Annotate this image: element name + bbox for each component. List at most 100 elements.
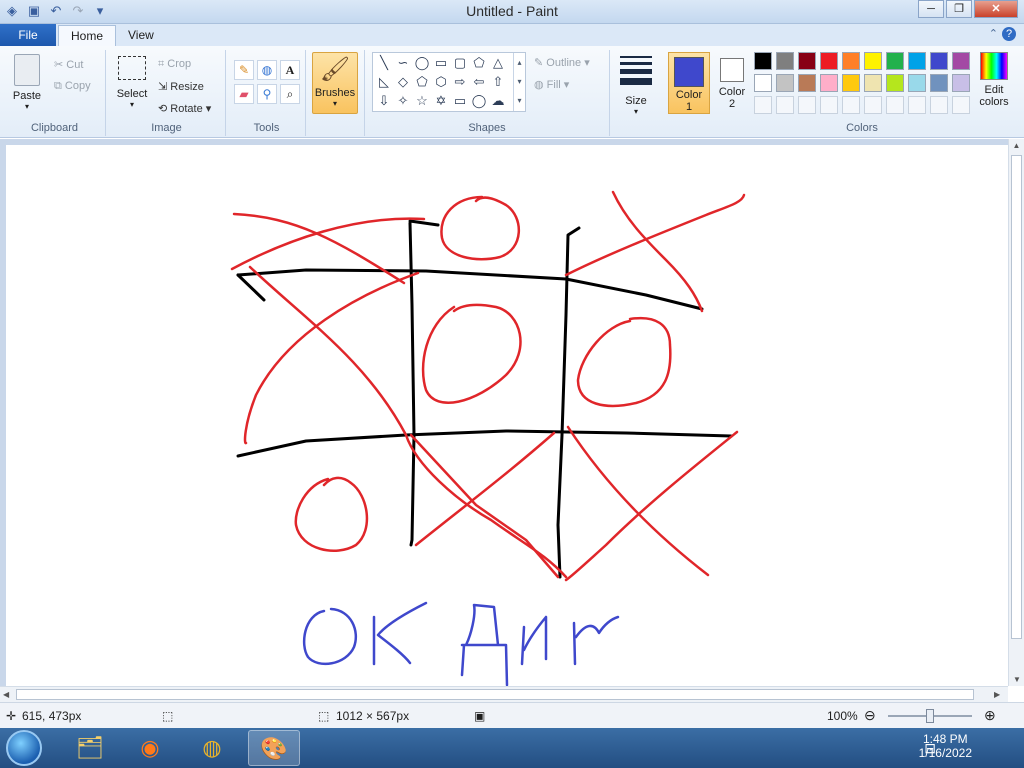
colors-group: Colors — [752, 50, 972, 136]
window-title: Untitled - Paint — [466, 3, 558, 19]
vertical-scroll-thumb[interactable] — [1011, 155, 1022, 639]
ribbon-tabs: File Home View ⌃ ? — [0, 24, 1024, 46]
colors-group-label: Colors — [846, 122, 878, 134]
file-explorer-icon[interactable]: 🗂 — [64, 730, 116, 766]
four-point-star-shape-icon[interactable]: ✧ — [394, 92, 412, 110]
color1-button[interactable]: Color 1 — [668, 52, 710, 114]
diamond-shape-icon[interactable]: ◇ — [394, 73, 412, 91]
maximize-button[interactable]: ❐ — [946, 0, 972, 18]
select-button[interactable]: Select ▾ — [112, 56, 152, 109]
handwriting-letter-o — [302, 607, 357, 666]
canvas-size-icon: ⬚ — [318, 709, 330, 723]
zoom-slider-thumb[interactable] — [926, 709, 934, 723]
brushes-dropdown-icon: ▾ — [332, 99, 337, 108]
image-group-label: Image — [151, 122, 182, 134]
cloud-callout-shape-icon[interactable]: ☁ — [489, 92, 507, 110]
pencil-icon[interactable]: ✎ — [234, 60, 254, 80]
scroll-left-icon[interactable]: ◀ — [3, 690, 9, 699]
crop-button[interactable]: ⌗ Crop — [158, 58, 191, 71]
right-triangle-shape-icon[interactable]: ◺ — [375, 73, 393, 91]
select-dropdown-icon: ▾ — [129, 100, 134, 109]
oval-shape-icon[interactable]: ◯ — [413, 54, 431, 72]
chrome-icon[interactable]: ◍ — [186, 730, 238, 766]
color2-swatch — [720, 58, 744, 82]
crop-icon: ⌗ — [158, 58, 165, 70]
taskbar: 🗂 ◉ ◍ 🎨 ⊟ 1:48 PM 1/16/2022 — [0, 728, 1024, 768]
zoom-in-button[interactable]: ⊕ — [984, 707, 996, 724]
grid-tick-top-left — [408, 219, 440, 227]
left-arrow-shape-icon[interactable]: ⇦ — [470, 73, 488, 91]
color-picker-icon[interactable]: ⚲ — [257, 84, 277, 104]
resize-button[interactable]: ⇲ Resize — [158, 80, 204, 93]
fill-bucket-icon[interactable]: ◍ — [257, 60, 277, 80]
handwriting-letter-d — [460, 603, 509, 686]
start-button[interactable] — [6, 730, 42, 766]
close-button[interactable]: ✕ — [974, 0, 1018, 18]
zoom-slider[interactable] — [888, 709, 972, 723]
grid-hook-left — [236, 273, 266, 302]
rounded-rectangle-shape-icon[interactable]: ▢ — [451, 54, 469, 72]
six-point-star-shape-icon[interactable]: ✡ — [432, 92, 450, 110]
size-button[interactable]: Size ▾ — [614, 52, 658, 116]
cursor-position-icon: ✛ — [6, 709, 17, 723]
fill-button[interactable]: ◍ Fill ▾ — [534, 78, 569, 91]
minimize-button[interactable]: ─ — [918, 0, 944, 18]
polygon-shape-icon[interactable]: ⬠ — [470, 54, 488, 72]
rotate-icon: ⟲ — [158, 103, 168, 115]
hexagon-shape-icon[interactable]: ⬡ — [432, 73, 450, 91]
drawing-canvas[interactable] — [6, 145, 1008, 686]
tab-home[interactable]: Home — [58, 25, 117, 46]
o-mark-center — [421, 303, 522, 404]
eraser-icon[interactable]: ▰ — [234, 84, 254, 104]
down-arrow-shape-icon[interactable]: ⇩ — [375, 92, 393, 110]
up-arrow-shape-icon[interactable]: ⇧ — [489, 73, 507, 91]
scissors-icon: ✂ — [54, 59, 64, 71]
rectangle-shape-icon[interactable]: ▭ — [432, 54, 450, 72]
curve-shape-icon[interactable]: ∽ — [394, 54, 412, 72]
status-bar: ✛ 615, 473px ⬚ ⬚ 1012 × 567px ▣ 100% ⊖ ⊕ — [0, 702, 1024, 728]
clipboard-group: Paste ▾ ✂ Cut ⧉ Copy Clipboard — [4, 50, 106, 136]
o-mark-top-middle — [440, 195, 521, 261]
zoom-level: 100% — [827, 709, 858, 723]
scroll-up-icon[interactable]: ▲ — [1009, 141, 1024, 150]
paste-button[interactable]: Paste ▾ — [8, 54, 46, 111]
scroll-right-icon[interactable]: ▶ — [994, 690, 1000, 699]
help-icon[interactable]: ? — [1002, 27, 1016, 41]
vertical-scrollbar[interactable]: ▲ ▼ — [1008, 139, 1024, 686]
o-mark-middle-right — [576, 316, 672, 408]
horizontal-scroll-thumb[interactable] — [16, 689, 974, 700]
pentagon-shape-icon[interactable]: ⬠ — [413, 73, 431, 91]
line-shape-icon[interactable]: ╲ — [375, 54, 393, 72]
shapes-scroll[interactable]: ▴ ▾ ▾ — [513, 53, 525, 111]
copy-button[interactable]: ⧉ Copy — [54, 80, 91, 93]
firefox-icon[interactable]: ◉ — [124, 730, 176, 766]
minimize-ribbon-icon[interactable]: ⌃ — [989, 27, 998, 40]
right-arrow-shape-icon[interactable]: ⇨ — [451, 73, 469, 91]
horizontal-scrollbar[interactable]: ◀ ▶ — [0, 686, 1008, 702]
color2-button[interactable]: Color 2 — [714, 52, 750, 110]
tab-file[interactable]: File — [0, 24, 56, 46]
canvas-size: 1012 × 567px — [336, 709, 410, 723]
rounded-callout-shape-icon[interactable]: ▭ — [451, 92, 469, 110]
rotate-button[interactable]: ⟲ Rotate ▾ — [158, 102, 211, 115]
cut-button[interactable]: ✂ Cut — [54, 58, 83, 71]
magnifier-icon[interactable]: ⌕ — [280, 84, 300, 104]
outline-button[interactable]: ✎ Outline ▾ — [534, 56, 590, 69]
selection-size-icon: ⬚ — [162, 709, 174, 723]
x-mark-top-right-b — [564, 193, 746, 277]
tab-view[interactable]: View — [116, 25, 166, 46]
clock[interactable]: 1:48 PM 1/16/2022 — [919, 732, 972, 760]
text-tool-icon[interactable]: A — [280, 60, 300, 80]
brushes-button[interactable]: 🖌 Brushes ▾ — [312, 52, 358, 114]
clipboard-icon — [14, 54, 40, 86]
handwriting-letter-k-arms — [376, 601, 428, 665]
x-mark-bottom-middle-b — [409, 433, 560, 579]
zoom-out-button[interactable]: ⊖ — [864, 707, 876, 724]
edit-colors-button[interactable]: Edit colors — [976, 52, 1012, 108]
five-point-star-shape-icon[interactable]: ☆ — [413, 92, 431, 110]
oval-callout-shape-icon[interactable]: ◯ — [470, 92, 488, 110]
size-dropdown-icon: ▾ — [633, 107, 638, 116]
paint-taskbar-icon[interactable]: 🎨 — [248, 730, 300, 766]
scroll-down-icon[interactable]: ▼ — [1009, 675, 1024, 684]
triangle-shape-icon[interactable]: △ — [489, 54, 507, 72]
